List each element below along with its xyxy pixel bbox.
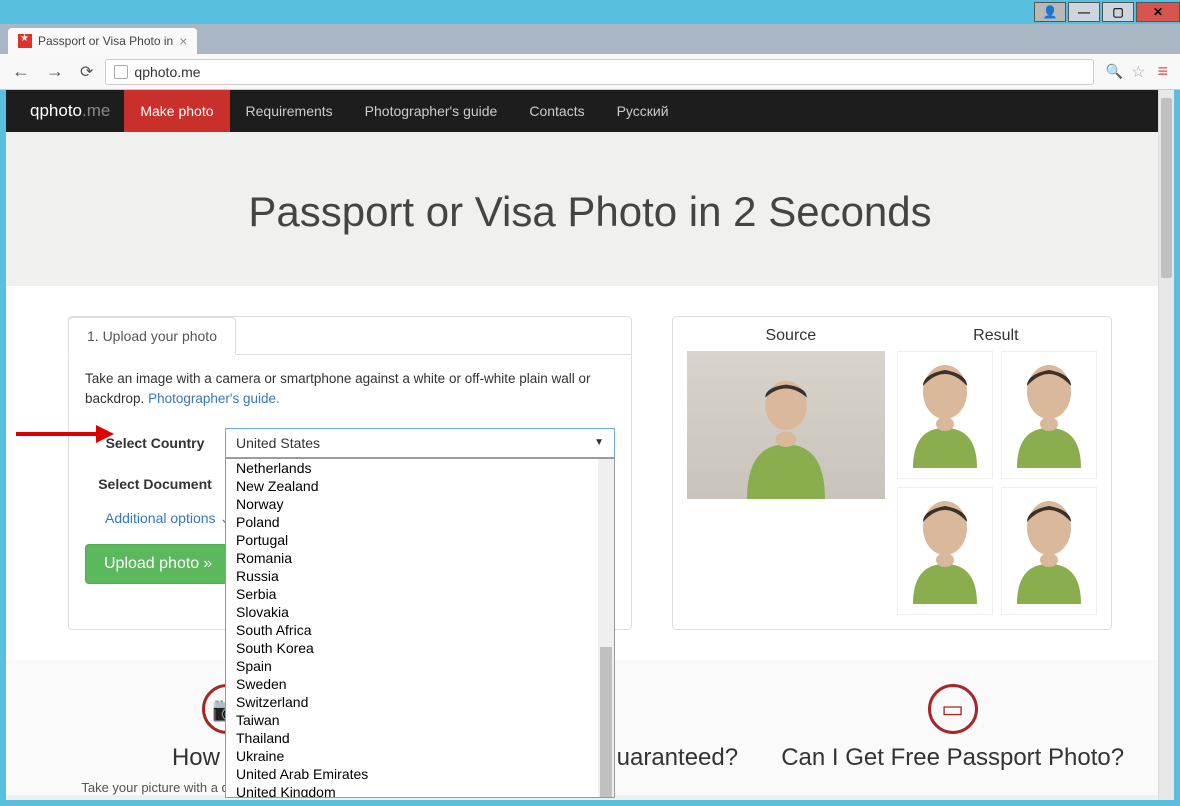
country-option[interactable]: South Korea <box>226 639 614 657</box>
minimize-button[interactable]: — <box>1068 2 1100 22</box>
upload-description: Take an image with a camera or smartphon… <box>85 369 615 410</box>
feature-title: Can I Get Free Passport Photo? <box>779 744 1127 772</box>
nav-photographers-guide[interactable]: Photographer's guide <box>349 90 514 132</box>
country-option[interactable]: Spain <box>226 657 614 675</box>
source-photo <box>687 351 885 499</box>
result-photo <box>1001 351 1097 479</box>
scrollbar[interactable] <box>1158 90 1174 800</box>
brand-logo[interactable]: qphoto.me <box>16 101 124 121</box>
country-dropdown-list[interactable]: NetherlandsNew ZealandNorwayPolandPortug… <box>225 458 615 798</box>
result-photo <box>897 487 993 615</box>
select-country-value: United States <box>236 435 320 451</box>
panel-tabs: 1. Upload your photo <box>69 317 631 355</box>
reload-button[interactable]: ⟳ <box>76 62 97 82</box>
country-option[interactable]: New Zealand <box>226 477 614 495</box>
page-icon <box>114 65 128 79</box>
nav-make-photo[interactable]: Make photo <box>124 90 229 132</box>
browser-tab[interactable]: Passport or Visa Photo in × <box>8 28 197 54</box>
user-icon[interactable]: 👤 <box>1034 2 1066 22</box>
country-option[interactable]: Russia <box>226 567 614 585</box>
country-option[interactable]: Switzerland <box>226 693 614 711</box>
chevron-right-icon: » <box>203 555 212 573</box>
chevron-down-icon: ▼ <box>594 437 604 448</box>
source-label: Source <box>765 327 816 345</box>
country-option[interactable]: Romania <box>226 549 614 567</box>
country-option[interactable]: United Arab Emirates <box>226 765 614 783</box>
country-option[interactable]: Thailand <box>226 729 614 747</box>
dropdown-scroll-thumb[interactable] <box>600 647 612 797</box>
select-country-dropdown[interactable]: United States ▼ NetherlandsNew ZealandNo… <box>225 428 615 458</box>
forward-button[interactable]: → <box>42 61 68 82</box>
hero-title: Passport or Visa Photo in 2 Seconds <box>6 188 1174 236</box>
dropdown-scrollbar[interactable] <box>598 459 614 797</box>
country-option[interactable]: Sweden <box>226 675 614 693</box>
tab-title: Passport or Visa Photo in <box>38 34 173 48</box>
photographers-guide-link[interactable]: Photographer's guide. <box>148 391 280 406</box>
country-option[interactable]: Ukraine <box>226 747 614 765</box>
browser-toolbar: ← → ⟳ qphoto.me 🔍 ☆ ≡ <box>0 54 1180 90</box>
nav-russian[interactable]: Русский <box>601 90 685 132</box>
upload-panel: 1. Upload your photo Take an image with … <box>68 316 632 630</box>
result-photo <box>897 351 993 479</box>
upload-photo-button[interactable]: Upload photo » <box>85 544 231 584</box>
back-button[interactable]: ← <box>8 61 34 82</box>
country-option[interactable]: Slovakia <box>226 603 614 621</box>
result-grid <box>897 351 1097 615</box>
maximize-button[interactable]: ▢ <box>1102 2 1134 22</box>
address-bar[interactable]: qphoto.me <box>105 59 1093 85</box>
nav-contacts[interactable]: Contacts <box>513 90 600 132</box>
scroll-thumb[interactable] <box>1161 98 1172 278</box>
result-label: Result <box>973 327 1018 345</box>
country-option[interactable]: Netherlands <box>226 459 614 477</box>
favicon-icon <box>18 34 32 48</box>
window-titlebar: 👤 — ▢ ✕ <box>0 0 1180 24</box>
page-viewport: qphoto.me Make photo Requirements Photog… <box>6 90 1174 800</box>
card-icon: ▭ <box>928 684 978 734</box>
close-button[interactable]: ✕ <box>1136 2 1180 22</box>
country-option[interactable]: United Kingdom <box>226 783 614 798</box>
country-option[interactable]: Poland <box>226 513 614 531</box>
preview-panel: Source Result <box>672 316 1112 630</box>
hero: Passport or Visa Photo in 2 Seconds <box>6 132 1174 286</box>
bookmark-icon[interactable]: ☆ <box>1131 62 1145 82</box>
site-navbar: qphoto.me Make photo Requirements Photog… <box>6 90 1174 132</box>
hamburger-icon[interactable]: ≡ <box>1153 61 1172 82</box>
browser-tabstrip: Passport or Visa Photo in × <box>0 24 1180 54</box>
nav-requirements[interactable]: Requirements <box>230 90 349 132</box>
country-option[interactable]: Serbia <box>226 585 614 603</box>
url-text: qphoto.me <box>134 64 200 80</box>
person-icon <box>721 369 851 499</box>
feature-free: ▭ Can I Get Free Passport Photo? <box>779 684 1127 795</box>
result-photo <box>1001 487 1097 615</box>
search-icon[interactable]: 🔍 <box>1106 63 1123 80</box>
country-option[interactable]: South Africa <box>226 621 614 639</box>
country-option[interactable]: Portugal <box>226 531 614 549</box>
tab-upload[interactable]: 1. Upload your photo <box>68 317 236 355</box>
annotation-arrow-icon <box>16 419 116 449</box>
tab-close-icon[interactable]: × <box>179 33 187 49</box>
country-option[interactable]: Taiwan <box>226 711 614 729</box>
select-document-label: Select Document <box>85 476 225 492</box>
main-content: 1. Upload your photo Take an image with … <box>6 286 1174 660</box>
additional-options-toggle[interactable]: Additional options ⌄ <box>85 492 231 527</box>
country-option[interactable]: Norway <box>226 495 614 513</box>
